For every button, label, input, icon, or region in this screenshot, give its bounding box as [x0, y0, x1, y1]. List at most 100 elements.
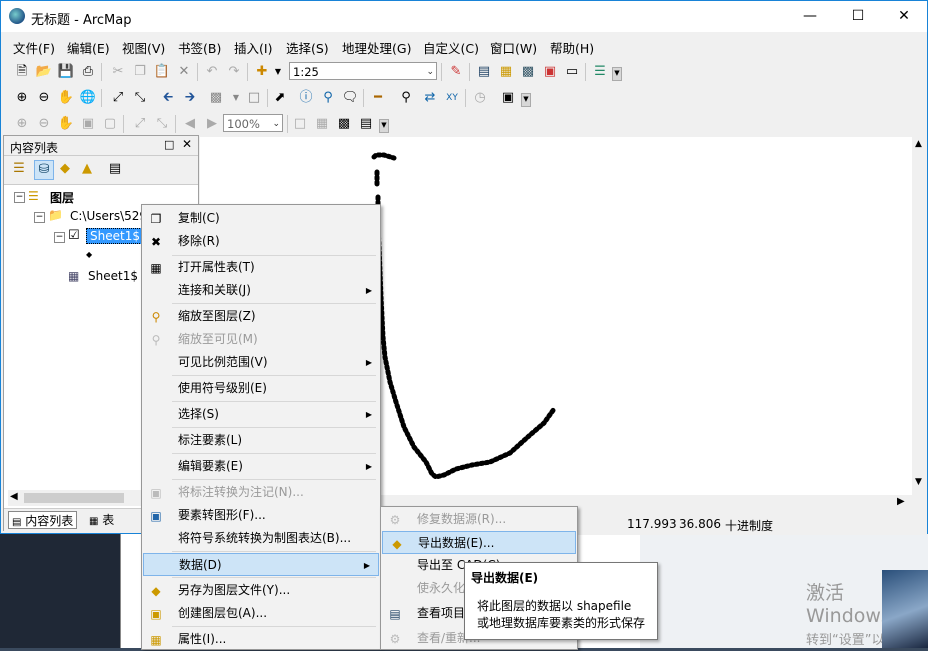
menu-insert[interactable]: 插入(I) [234, 38, 272, 57]
menu-bookmarks[interactable]: 书签(B) [178, 38, 221, 57]
collapse-folder-icon[interactable]: − [34, 212, 45, 223]
layout-pan-icon[interactable]: ✋ [57, 115, 75, 133]
scale-combo[interactable]: 1:25 ⌄ [289, 62, 437, 80]
menu-item-convert-symbology[interactable]: 将符号系统转换为制图表达(B)... [142, 527, 380, 550]
menu-item-edit-features[interactable]: 编辑要素(E) ▶ [142, 455, 380, 478]
list-by-drawing-order-icon[interactable]: ☰ [10, 160, 28, 178]
chevron-down-icon[interactable]: ▼ [227, 89, 245, 107]
forward-arrow-icon[interactable]: 🡲 [181, 89, 199, 107]
tab-table[interactable]: ▦ 表 [86, 511, 117, 527]
scroll-thumb[interactable] [24, 493, 124, 503]
menu-item-open-attribute-table[interactable]: ▦ 打开属性表(T) [142, 256, 380, 279]
scroll-down-icon[interactable]: ▼ [915, 477, 922, 487]
fixed-zoom-in-layout-icon[interactable]: ⤢ [131, 115, 149, 133]
zoom-percent-combo[interactable]: 100% ⌄ [223, 114, 283, 132]
layout-zoom-in-icon[interactable]: ⊕ [13, 115, 31, 133]
fixed-zoom-out-layout-icon[interactable]: ⤡ [153, 115, 171, 133]
menu-item-create-layer-package[interactable]: ▣ 创建图层包(A)... [142, 602, 380, 625]
print-icon[interactable]: ⎙ [79, 63, 97, 81]
menu-view[interactable]: 视图(V) [122, 38, 165, 57]
pan-hand-icon[interactable]: ✋ [57, 89, 75, 107]
next-extent-icon[interactable]: ▶ [203, 115, 221, 133]
search-window-icon[interactable]: ▩ [519, 63, 537, 81]
menu-item-visible-scale-range[interactable]: 可见比例范围(V) ▶ [142, 351, 380, 374]
fixed-zoom-in-icon[interactable]: ⤢ [109, 89, 127, 107]
find-route-icon[interactable]: ⇄ [421, 89, 439, 107]
toc-options-icon[interactable]: ▤ [106, 160, 124, 178]
menu-customize[interactable]: 自定义(C) [423, 38, 479, 57]
toc-layers-root[interactable]: 图层 [50, 189, 74, 206]
menu-item-remove[interactable]: ✖ 移除(R) [142, 230, 380, 253]
select-elements-arrow-icon[interactable]: ⬈ [271, 89, 289, 107]
cut-icon[interactable]: ✂ [109, 63, 127, 81]
menu-windows[interactable]: 窗口(W) [490, 38, 537, 57]
menu-selection[interactable]: 选择(S) [286, 38, 329, 57]
python-window-icon[interactable]: ▭ [563, 63, 581, 81]
previous-extent-icon[interactable]: ◀ [181, 115, 199, 133]
identify-icon[interactable]: ⓘ [297, 89, 315, 107]
undo-icon[interactable]: ↶ [203, 63, 221, 81]
toc-layer-sheet1[interactable]: Sheet1$ [86, 228, 144, 244]
menu-help[interactable]: 帮助(H) [550, 38, 594, 57]
menu-item-save-as-layer-file[interactable]: ◆ 另存为图层文件(Y)... [142, 579, 380, 602]
menu-item-symbol-levels[interactable]: 使用符号级别(E) [142, 377, 380, 400]
html-popup-icon[interactable]: 🗨 [341, 89, 359, 107]
collapse-layer-icon[interactable]: − [54, 232, 65, 243]
menu-edit[interactable]: 编辑(E) [67, 38, 110, 57]
zoom-100-icon[interactable]: ▢ [101, 115, 119, 133]
measure-icon[interactable]: ━ [369, 89, 387, 107]
menu-item-copy[interactable]: ❐ 复制(C) [142, 207, 380, 230]
toolbar-options-icon[interactable]: ▼ [379, 119, 389, 133]
redo-icon[interactable]: ↷ [225, 63, 243, 81]
toolbar-options-icon[interactable]: ▼ [612, 67, 622, 81]
list-by-visibility-icon[interactable]: ◆ [56, 160, 74, 178]
close-icon[interactable]: ✕ [182, 137, 192, 151]
focus-data-frame-icon[interactable]: ▦ [313, 115, 331, 133]
map-vertical-scrollbar[interactable]: ▲ ▼ [912, 137, 927, 511]
maximize-button[interactable]: ☐ [835, 1, 881, 32]
find-icon[interactable]: ⚲ [319, 89, 337, 107]
menu-item-selection[interactable]: 选择(S) ▶ [142, 403, 380, 426]
menu-item-joins-relates[interactable]: 连接和关联(J) ▶ [142, 279, 380, 302]
modelbuilder-icon[interactable]: ☰ [591, 63, 609, 81]
find-binoculars-icon[interactable]: ⚲ [397, 89, 415, 107]
toolbar-options-icon[interactable]: ▼ [521, 93, 531, 107]
menu-item-export-data[interactable]: ◆ 导出数据(E)... [382, 531, 576, 554]
editor-toolbar-icon[interactable]: ✎ [447, 63, 465, 81]
layer-visibility-checkbox[interactable]: ☑ [68, 228, 80, 243]
menu-item-features-to-graphics[interactable]: ▣ 要素转图形(F)... [142, 504, 380, 527]
full-extent-globe-icon[interactable]: 🌐 [79, 89, 97, 107]
list-by-source-icon[interactable]: ⛁ [34, 160, 54, 180]
layout-zoom-out-icon[interactable]: ⊖ [35, 115, 53, 133]
minimize-button[interactable]: — [787, 1, 833, 32]
collapse-root-icon[interactable]: − [14, 192, 25, 203]
back-arrow-icon[interactable]: 🡰 [159, 89, 177, 107]
go-to-xy-icon[interactable]: XY [443, 89, 461, 107]
zoom-whole-page-icon[interactable]: ▣ [79, 115, 97, 133]
arctoolbox-icon[interactable]: ▣ [541, 63, 559, 81]
open-folder-icon[interactable]: 📂 [35, 63, 53, 81]
scroll-left-icon[interactable]: ◀ [10, 491, 18, 502]
toc-folder-path[interactable]: C:\Users\529 [70, 209, 147, 223]
tab-contents[interactable]: ▤ 内容列表 [8, 511, 78, 529]
menu-geoprocessing[interactable]: 地理处理(G) [342, 38, 411, 57]
toc-table-sheet1[interactable]: Sheet1$ [88, 269, 138, 283]
scroll-right-icon[interactable]: ▶ [897, 496, 905, 507]
change-layout-icon[interactable]: ▩ [335, 115, 353, 133]
menu-item-label-features[interactable]: 标注要素(L) [142, 429, 380, 452]
zoom-in-icon[interactable]: ⊕ [13, 89, 31, 107]
fixed-zoom-out-icon[interactable]: ⤡ [131, 89, 149, 107]
auto-hide-icon[interactable]: □ [164, 138, 174, 151]
menu-file[interactable]: 文件(F) [13, 38, 55, 57]
chevron-down-icon[interactable]: ▼ [269, 63, 287, 81]
list-by-selection-icon[interactable]: ▲ [78, 160, 96, 178]
menu-item-data[interactable]: 数据(D) ▶ [143, 553, 379, 576]
close-button[interactable]: ✕ [881, 1, 927, 32]
new-document-icon[interactable]: 🗎 [13, 63, 31, 81]
data-driven-pages-icon[interactable]: ▤ [357, 115, 375, 133]
zoom-out-icon[interactable]: ⊖ [35, 89, 53, 107]
catalog-icon[interactable]: ▦ [497, 63, 515, 81]
toc-window-icon[interactable]: ▤ [475, 63, 493, 81]
scroll-up-icon[interactable]: ▲ [915, 139, 922, 149]
delete-icon[interactable]: ✕ [175, 63, 193, 81]
